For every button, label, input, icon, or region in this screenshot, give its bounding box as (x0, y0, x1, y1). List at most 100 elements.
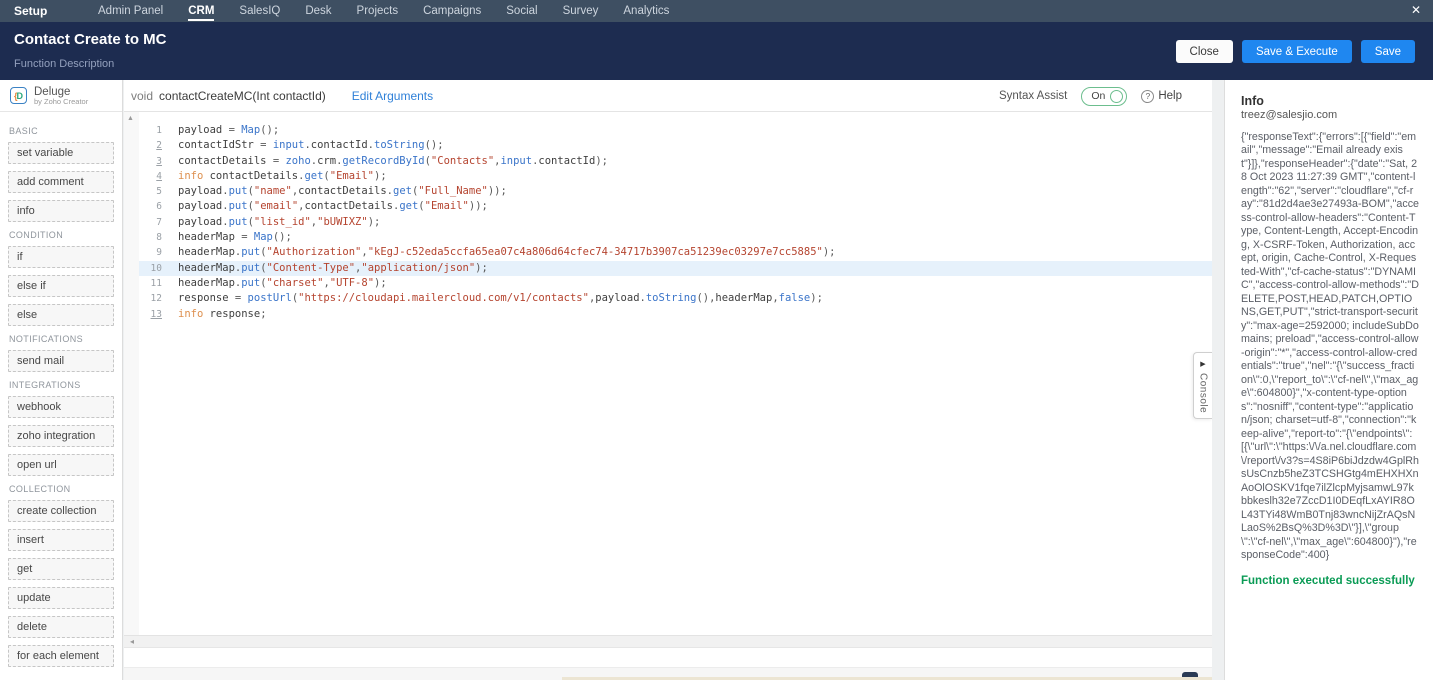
code-text-10[interactable]: headerMap.put("Content-Type","applicatio… (172, 261, 488, 276)
console-tab[interactable]: ▶ Console (1193, 352, 1212, 419)
code-text-7[interactable]: payload.put("list_id","bUWIXZ"); (172, 215, 380, 230)
token: ); (374, 277, 387, 289)
sidebar-item-delete[interactable]: delete (8, 616, 114, 638)
nav-item-projects[interactable]: Projects (357, 2, 399, 21)
sidebar-item-zoho-integration[interactable]: zoho integration (8, 425, 114, 447)
deluge-title: Deluge (34, 86, 88, 98)
line-number-6[interactable]: 6 (139, 199, 172, 214)
editor-left-scrollbar[interactable]: ▲ (124, 112, 139, 635)
sidebar-item-info[interactable]: info (8, 200, 114, 222)
sidebar-item-get[interactable]: get (8, 558, 114, 580)
token: get (304, 170, 323, 182)
function-description-link[interactable]: Function Description (14, 58, 114, 70)
save-execute-button[interactable]: Save & Execute (1242, 40, 1352, 63)
close-icon[interactable]: ✕ (1411, 3, 1421, 17)
code-text-9[interactable]: headerMap.put("Authorization","kEgJ-c52e… (172, 245, 836, 260)
token: )); (488, 185, 507, 197)
info-email: treez@salesjio.com (1241, 109, 1418, 121)
token: Map (241, 124, 260, 136)
sidebar-item-else[interactable]: else (8, 304, 114, 326)
code-text-1[interactable]: payload = Map(); (172, 123, 279, 138)
token: "bUWIXZ" (317, 216, 368, 228)
code-text-2[interactable]: contactIdStr = input.contactId.toString(… (172, 138, 444, 153)
horizontal-scrollbar[interactable]: ◂ (124, 635, 1212, 648)
nav-item-social[interactable]: Social (506, 2, 537, 21)
save-button[interactable]: Save (1361, 40, 1415, 63)
token: zoho (285, 155, 310, 167)
scroll-up-icon[interactable]: ▲ (127, 115, 134, 122)
token: payload (178, 200, 222, 212)
line-number-8[interactable]: 8 (139, 230, 172, 245)
code-text-12[interactable]: response = postUrl("https://cloudapi.mai… (172, 291, 823, 306)
deluge-logo-icon: {D (10, 87, 27, 104)
sidebar-item-add-comment[interactable]: add comment (8, 171, 114, 193)
token: ); (475, 262, 488, 274)
sidebar-item-send-mail[interactable]: send mail (8, 350, 114, 372)
code-text-5[interactable]: payload.put("name",contactDetails.get("F… (172, 184, 507, 199)
section-label-collection: COLLECTION (9, 484, 114, 494)
setup-brand[interactable]: Setup (14, 4, 86, 18)
sidebar-item-insert[interactable]: insert (8, 529, 114, 551)
token: put (229, 185, 248, 197)
syntax-assist-toggle[interactable]: On (1081, 87, 1127, 106)
line-number-12[interactable]: 12 (139, 291, 172, 306)
token: "charset" (267, 277, 324, 289)
token: response (178, 292, 229, 304)
token: ); (368, 216, 381, 228)
edit-arguments-link[interactable]: Edit Arguments (352, 89, 433, 103)
sidebar-item-open-url[interactable]: open url (8, 454, 114, 476)
sidebar-item-for-each-element[interactable]: for each element (8, 645, 114, 667)
nav-item-crm[interactable]: CRM (188, 2, 214, 21)
deluge-subtitle: by Zoho Creator (34, 98, 88, 106)
help-button[interactable]: ? Help (1141, 90, 1182, 103)
deluge-sidebar: {D Deluge by Zoho Creator BASICset varia… (0, 80, 123, 680)
top-nav-items: Admin Panel CRM SalesIQ Desk Projects Campaig… (98, 2, 669, 21)
line-number-13[interactable]: 13 (139, 307, 172, 322)
close-button[interactable]: Close (1176, 40, 1233, 63)
code-area[interactable]: 1payload = Map();2contactIdStr = input.c… (139, 112, 1212, 635)
sidebar-item-if[interactable]: if (8, 246, 114, 268)
nav-item-campaigns[interactable]: Campaigns (423, 2, 481, 21)
info-panel-title: Info (1241, 94, 1418, 108)
scroll-left-icon[interactable]: ◂ (130, 637, 134, 646)
nav-item-salesiq[interactable]: SalesIQ (239, 2, 280, 21)
code-text-8[interactable]: headerMap = Map(); (172, 230, 292, 245)
line-number-7[interactable]: 7 (139, 215, 172, 230)
code-text-4[interactable]: info contactDetails.get("Email"); (172, 169, 387, 184)
line-number-3[interactable]: 3 (139, 154, 172, 169)
editor-topbar-right: Syntax Assist On ? Help (999, 80, 1182, 112)
sidebar-item-create-collection[interactable]: create collection (8, 500, 114, 522)
token: contactId (311, 139, 368, 151)
sidebar-item-webhook[interactable]: webhook (8, 396, 114, 418)
nav-item-desk[interactable]: Desk (305, 2, 331, 21)
nav-item-survey[interactable]: Survey (563, 2, 599, 21)
editor-topbar: void contactCreateMC(Int contactId) Edit… (124, 80, 1212, 112)
sidebar-item-set-variable[interactable]: set variable (8, 142, 114, 164)
code-text-6[interactable]: payload.put("email",contactDetails.get("… (172, 199, 488, 214)
nav-item-admin-panel[interactable]: Admin Panel (98, 2, 163, 21)
nav-item-analytics[interactable]: Analytics (623, 2, 669, 21)
line-number-4[interactable]: 4 (139, 169, 172, 184)
sidebar-item-else-if[interactable]: else if (8, 275, 114, 297)
line-number-10[interactable]: 10 (139, 261, 172, 276)
token: contactIdStr (178, 139, 254, 151)
code-text-11[interactable]: headerMap.put("charset","UTF-8"); (172, 276, 387, 291)
code-line-4: 4info contactDetails.get("Email"); (139, 169, 1212, 184)
token: "Email" (425, 200, 469, 212)
sidebar-item-update[interactable]: update (8, 587, 114, 609)
line-number-1[interactable]: 1 (139, 123, 172, 138)
token: "Content-Type" (267, 262, 356, 274)
line-number-9[interactable]: 9 (139, 245, 172, 260)
line-number-2[interactable]: 2 (139, 138, 172, 153)
code-text-13[interactable]: info response; (172, 307, 267, 322)
token: postUrl (248, 292, 292, 304)
token: payload (178, 124, 222, 136)
code-text-3[interactable]: contactDetails = zoho.crm.getRecordById(… (172, 154, 608, 169)
line-number-11[interactable]: 11 (139, 276, 172, 291)
line-number-5[interactable]: 5 (139, 184, 172, 199)
token: "email" (254, 200, 298, 212)
section-label-condition: CONDITION (9, 230, 114, 240)
token: (); (425, 139, 444, 151)
token: "kEgJ-c52eda5ccfa65ea07c4a806d64cfec74-3… (368, 246, 823, 258)
token: headerMap (178, 231, 235, 243)
